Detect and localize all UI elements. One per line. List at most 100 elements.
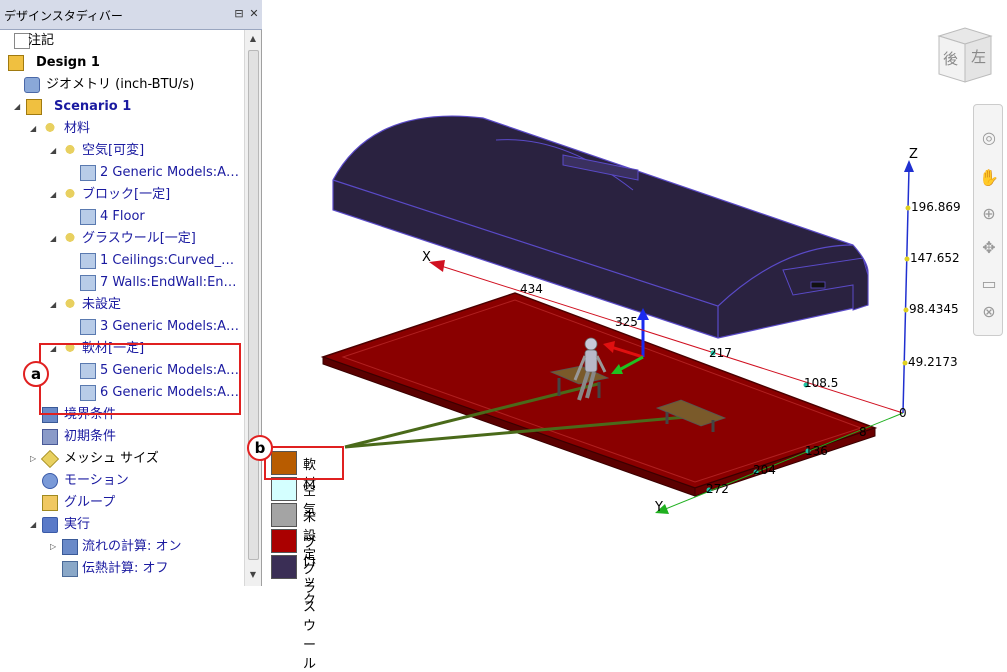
tree-item-label: モーション bbox=[64, 473, 129, 488]
tree-item-label: 注記 bbox=[28, 33, 55, 48]
initial-icon bbox=[42, 429, 58, 445]
tree-item[interactable]: ◢ 材料 bbox=[0, 118, 244, 140]
part-icon bbox=[80, 275, 96, 291]
navigation-bar: ◎ ✋ ⊕ ✥ ▭ ⊗ bbox=[973, 104, 1003, 336]
axis-x-label: X bbox=[422, 250, 431, 265]
panel-pin-icon[interactable]: ⊟ bbox=[232, 7, 246, 21]
collapse-arrow-icon[interactable]: ◢ bbox=[50, 294, 62, 316]
axis-y-label: Y bbox=[655, 500, 663, 515]
y-tick-label: 272 bbox=[706, 482, 729, 496]
heat-icon bbox=[62, 561, 78, 577]
collapse-arrow-icon[interactable]: ◢ bbox=[50, 184, 62, 206]
materials-icon bbox=[62, 231, 78, 247]
x-tick-label: 217 bbox=[709, 346, 732, 360]
zoom-icon[interactable]: ⊕ bbox=[978, 203, 1000, 225]
tree-item-label: ブロック[一定] bbox=[82, 187, 171, 202]
materials-icon bbox=[62, 143, 78, 159]
tree-item-label: 1 Ceilings:Curved_… bbox=[100, 253, 235, 268]
axis-z-label: Z bbox=[909, 147, 918, 162]
legend-swatch bbox=[271, 503, 297, 527]
tree-item-label: 伝熱計算: オフ bbox=[82, 561, 169, 576]
tree-item-label: 空気[可変] bbox=[82, 143, 145, 158]
tree-item[interactable]: 注記 bbox=[0, 30, 244, 52]
tree-item[interactable]: ◢ 未設定 bbox=[0, 294, 244, 316]
collapse-arrow-icon[interactable]: ◢ bbox=[14, 96, 26, 118]
z-tick-label: 147.652 bbox=[910, 251, 960, 265]
collapse-arrow-icon[interactable]: ◢ bbox=[30, 514, 42, 536]
tree-item[interactable]: ジオメトリ (inch-BTU/s) bbox=[0, 74, 244, 96]
tree-item-label: メッシュ サイズ bbox=[64, 451, 159, 466]
flow-icon bbox=[62, 539, 78, 555]
part-icon bbox=[80, 165, 96, 181]
look-icon[interactable]: ⊗ bbox=[978, 301, 1000, 323]
tree-item-label: 4 Floor bbox=[100, 209, 145, 224]
part-icon bbox=[80, 253, 96, 269]
pan-hand-icon[interactable]: ✋ bbox=[978, 167, 1000, 189]
materials-icon bbox=[62, 187, 78, 203]
tree-item[interactable]: 2 Generic Models:A… bbox=[0, 162, 244, 184]
tree-item[interactable]: 1 Ceilings:Curved_… bbox=[0, 250, 244, 272]
z-tick-label: 0 bbox=[899, 406, 907, 420]
collapse-arrow-icon[interactable]: ◢ bbox=[50, 228, 62, 250]
geometry-icon bbox=[24, 77, 40, 93]
z-tick-label: 98.4345 bbox=[909, 302, 959, 316]
highlight-box-b bbox=[264, 446, 344, 480]
tree-item-label: 材料 bbox=[64, 121, 91, 136]
3d-viewport[interactable]: X Y Z 196.869 147.652 98.4345 49.2173 0 … bbox=[247, 0, 1007, 672]
tree-item[interactable]: ◢ グラスウール[一定] bbox=[0, 228, 244, 250]
mesh-icon bbox=[40, 449, 60, 469]
tree-item[interactable]: 伝熱計算: オフ bbox=[0, 558, 244, 580]
scrollbar-thumb[interactable] bbox=[248, 50, 259, 560]
materials-icon bbox=[62, 297, 78, 313]
tree-item-label: 流れの計算: オン bbox=[82, 539, 182, 554]
view-cube[interactable]: 後 左 bbox=[933, 26, 997, 86]
steering-wheel-icon[interactable]: ◎ bbox=[978, 127, 1000, 149]
materials-icon bbox=[42, 121, 58, 137]
tree-item[interactable]: ▷ メッシュ サイズ bbox=[0, 448, 244, 470]
view-cube-face-left[interactable]: 左 bbox=[971, 46, 986, 67]
tree-item-label: ジオメトリ (inch-BTU/s) bbox=[46, 77, 195, 92]
scroll-down-icon[interactable]: ▼ bbox=[248, 570, 258, 580]
tree-item[interactable]: 7 Walls:EndWall:En… bbox=[0, 272, 244, 294]
tree-item-label: Design 1 bbox=[36, 55, 100, 70]
tree-item-label: Scenario 1 bbox=[54, 99, 132, 114]
part-icon bbox=[80, 209, 96, 225]
tree-item[interactable]: Design 1 bbox=[0, 52, 244, 74]
tree-item[interactable]: 4 Floor bbox=[0, 206, 244, 228]
scroll-up-icon[interactable]: ▲ bbox=[248, 34, 258, 44]
motion-icon bbox=[42, 473, 58, 489]
legend-swatch bbox=[271, 529, 297, 553]
group-icon bbox=[42, 495, 58, 511]
collapse-arrow-icon[interactable]: ◢ bbox=[30, 118, 42, 140]
tree-item[interactable]: 初期条件 bbox=[0, 426, 244, 448]
x-tick-label: 434 bbox=[520, 282, 543, 296]
expand-arrow-icon[interactable]: ▷ bbox=[50, 536, 62, 558]
annotation-marker-b: b bbox=[247, 435, 273, 461]
tree-scrollbar[interactable]: ▲ ▼ bbox=[244, 30, 261, 586]
tree-item[interactable]: ▷ 流れの計算: オン bbox=[0, 536, 244, 558]
legend-label: グラスウール bbox=[303, 562, 317, 672]
study-tree: 注記 Design 1 ジオメトリ (inch-BTU/s) ◢ Scenario 1 ◢… bbox=[0, 30, 244, 586]
design-study-bar: デザインスタディバー ⊟ ✕ 注記 Design 1 ジオメトリ (inch-BTU… bbox=[0, 0, 262, 586]
folder-design-icon bbox=[8, 55, 24, 71]
collapse-arrow-icon[interactable]: ◢ bbox=[50, 140, 62, 162]
tree-item[interactable]: 3 Generic Models:A… bbox=[0, 316, 244, 338]
highlight-box-a bbox=[39, 343, 241, 415]
fit-view-icon[interactable]: ▭ bbox=[978, 273, 1000, 295]
tree-item[interactable]: ◢ Scenario 1 bbox=[0, 96, 244, 118]
tree-item-label: 2 Generic Models:A… bbox=[100, 165, 240, 180]
y-tick-label: 136 bbox=[805, 444, 828, 458]
y-tick-label: 204 bbox=[753, 463, 776, 477]
panel-close-icon[interactable]: ✕ bbox=[247, 7, 261, 21]
model-scene bbox=[320, 115, 914, 514]
tree-item[interactable]: モーション bbox=[0, 470, 244, 492]
legend-swatch bbox=[271, 555, 297, 579]
tree-item[interactable]: ◢ 空気[可変] bbox=[0, 140, 244, 162]
tree-item[interactable]: グループ bbox=[0, 492, 244, 514]
legend-swatch bbox=[271, 477, 297, 501]
orbit-icon[interactable]: ✥ bbox=[978, 237, 1000, 259]
tree-item[interactable]: ◢ 実行 bbox=[0, 514, 244, 536]
tree-item[interactable]: ◢ ブロック[一定] bbox=[0, 184, 244, 206]
view-cube-face-back[interactable]: 後 bbox=[943, 48, 958, 69]
z-tick-label: 49.2173 bbox=[908, 355, 958, 369]
